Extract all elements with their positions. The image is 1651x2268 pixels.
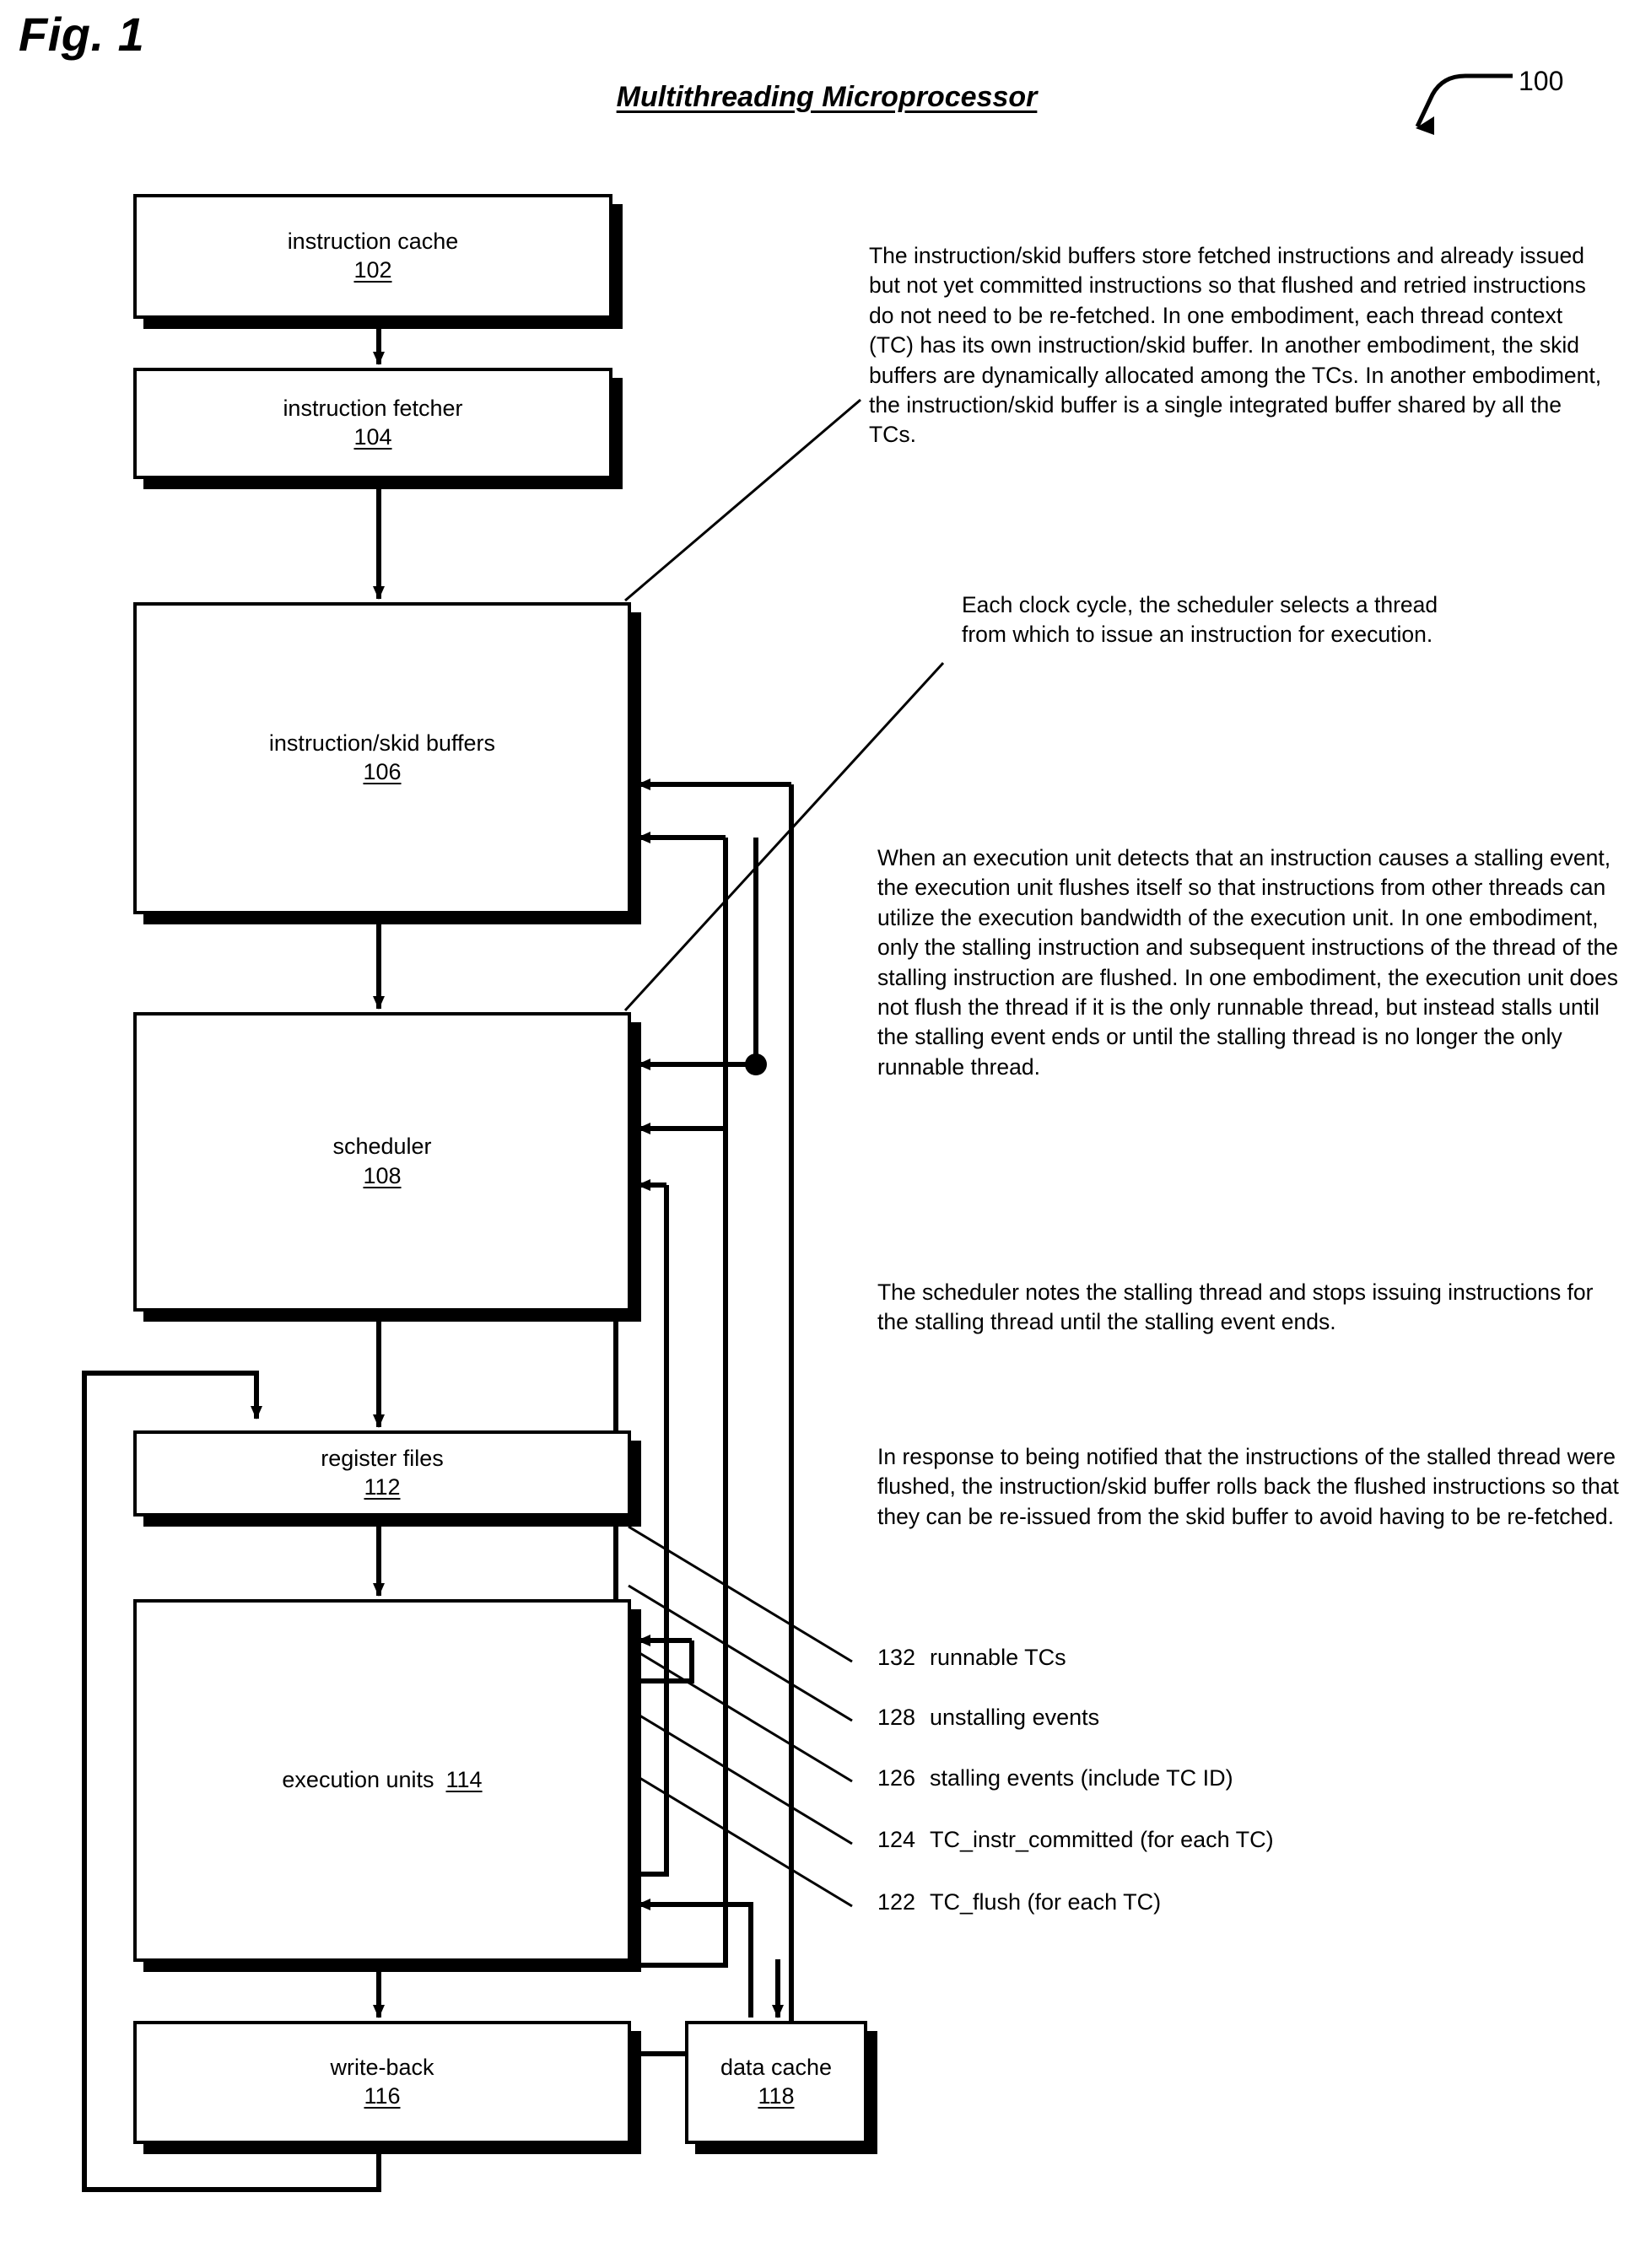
block-label: write-back (330, 2054, 434, 2080)
block-register-files[interactable]: register files 112 (133, 1430, 631, 1516)
block-label: execution units (282, 1767, 434, 1793)
wire-junction-dot (745, 1053, 767, 1075)
reference-numeral-100: 100 (1519, 66, 1564, 96)
figure-label: Fig. 1 (19, 8, 145, 61)
signal-ref: 132 (877, 1645, 916, 1670)
signal-legend-122: 122 TC_flush (for each TC) (877, 1889, 1161, 1915)
signal-ref: 124 (877, 1827, 916, 1852)
signal-label: runnable TCs (930, 1645, 1066, 1670)
signal-legend-124: 124 TC_instr_committed (for each TC) (877, 1827, 1274, 1853)
block-ref: 118 (758, 2083, 795, 2109)
block-data-cache[interactable]: data cache 118 (685, 2021, 867, 2144)
signal-legend-126: 126 stalling events (include TC ID) (877, 1765, 1233, 1791)
block-ref: 112 (364, 1474, 401, 1500)
block-label: instruction/skid buffers (268, 730, 496, 756)
block-ref: 116 (364, 2083, 401, 2109)
signal-legend-128: 128 unstalling events (877, 1705, 1099, 1731)
signal-label: TC_instr_committed (for each TC) (930, 1827, 1274, 1852)
note-scheduler-selects: Each clock cycle, the scheduler selects … (962, 592, 1438, 648)
block-execution-units[interactable]: execution units 114 (133, 1599, 631, 1962)
block-instruction-skid-buffers[interactable]: instruction/skid buffers 106 (133, 602, 631, 914)
note-execution-unit-stall: When an execution unit detects that an i… (877, 845, 1618, 1080)
note-scheduler-notes-stall: The scheduler notes the stalling thread … (877, 1279, 1594, 1335)
block-scheduler[interactable]: scheduler 108 (133, 1012, 631, 1312)
signal-ref: 126 (877, 1765, 916, 1791)
signal-label: unstalling events (930, 1705, 1100, 1730)
block-ref: 102 (353, 257, 392, 283)
block-write-back[interactable]: write-back 116 (133, 2021, 631, 2144)
block-label: register files (321, 1445, 444, 1471)
block-ref: 114 (445, 1767, 483, 1793)
signal-ref: 122 (877, 1889, 916, 1915)
block-label: scheduler (332, 1134, 432, 1160)
note-skid-buffers: The instruction/skid buffers store fetch… (869, 243, 1602, 448)
signal-label: TC_flush (for each TC) (930, 1889, 1162, 1915)
block-label: instruction cache (287, 228, 459, 254)
figure-title: Multithreading Microprocessor (616, 81, 1038, 113)
block-instruction-fetcher[interactable]: instruction fetcher 104 (133, 368, 612, 479)
note-rollback: In response to being notified that the i… (877, 1444, 1619, 1529)
block-instruction-cache[interactable]: instruction cache 102 (133, 194, 612, 319)
block-ref: 104 (353, 424, 392, 450)
block-ref: 108 (363, 1162, 402, 1188)
block-ref: 106 (363, 759, 402, 785)
signal-ref: 128 (877, 1705, 916, 1730)
block-label: instruction fetcher (283, 395, 463, 421)
patent-figure-canvas: Fig. 1 Multithreading Microprocessor 100 (0, 0, 1651, 2268)
block-label: data cache (720, 2054, 833, 2080)
signal-legend-132: 132 runnable TCs (877, 1645, 1066, 1671)
signal-label: stalling events (include TC ID) (930, 1765, 1233, 1791)
